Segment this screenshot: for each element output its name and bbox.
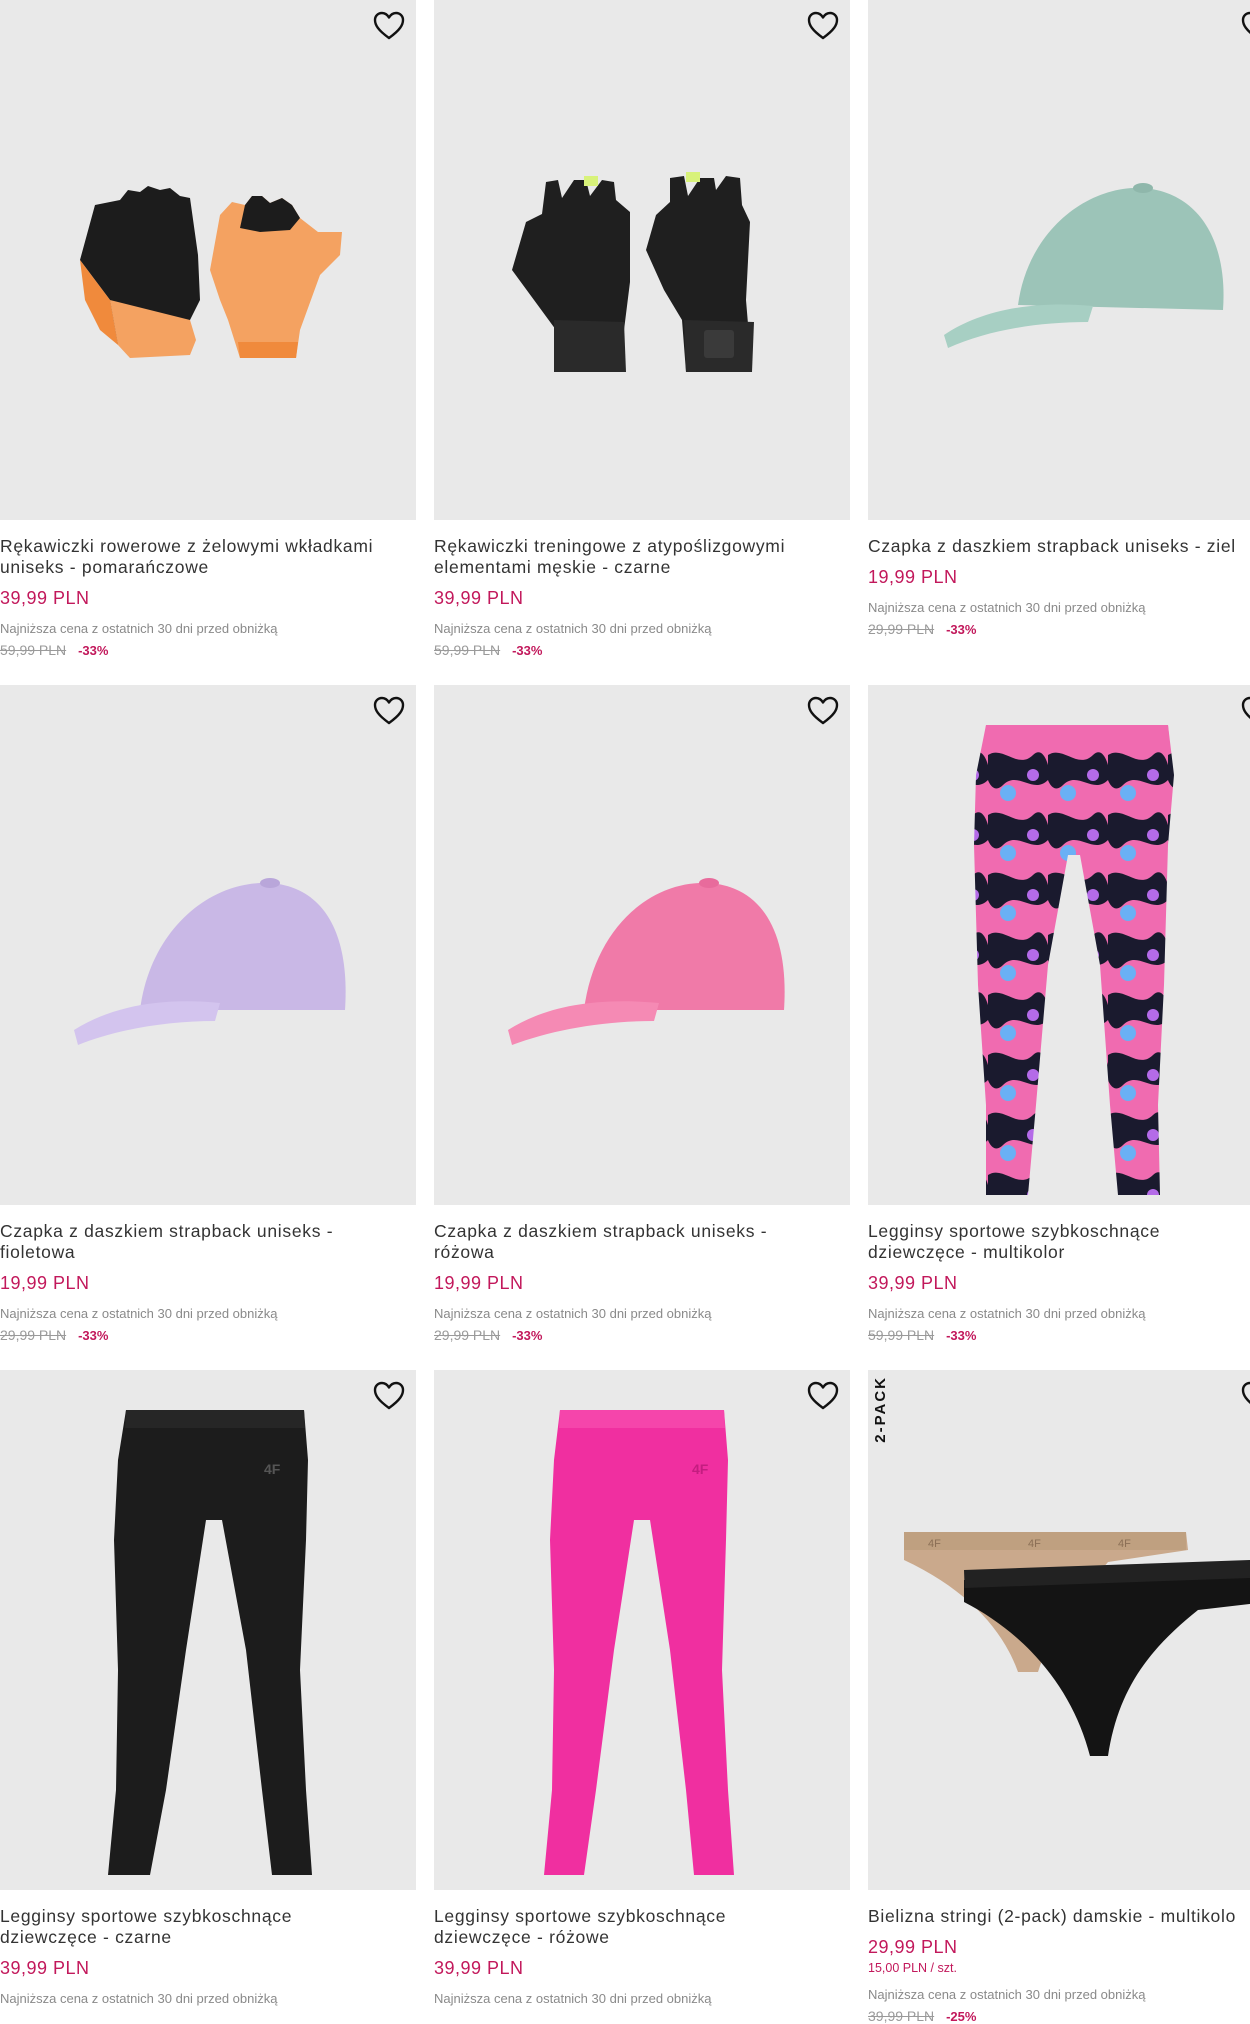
svg-text:4F: 4F [1028,1538,1041,1550]
product-card[interactable]: Czapka z daszkiem strapback uniseks - ró… [434,685,850,1343]
product-title-line[interactable]: dziewczęce - multikolor [868,1242,1250,1263]
discount-badge: -25% [946,2009,977,2024]
old-price: 29,99 PLN [0,1327,67,1343]
product-card[interactable]: 2-PACK 4F 4F 4F Bielizna stringi (2-pack… [868,1370,1250,2024]
svg-text:4F: 4F [928,1538,941,1550]
product-card[interactable]: Czapka z daszkiem strapback uniseks - zi… [868,0,1250,637]
product-title-line[interactable]: Czapka z daszkiem strapback uniseks - [0,1221,416,1242]
product-title-line[interactable]: dziewczęce - czarne [0,1927,416,1948]
thongs-icon: 4F 4F 4F [904,1532,1250,1756]
discount-badge: -33% [512,1328,543,1343]
product-image[interactable] [0,0,416,520]
product-price: 39,99 PLN [868,1273,958,1293]
product-title-line[interactable]: Rękawiczki rowerowe z żelowymi wkładkami [0,536,416,557]
product-price: 39,99 PLN [434,1958,524,1978]
product-title-line[interactable]: Bielizna stringi (2-pack) damskie - mult… [868,1906,1250,1927]
product-card[interactable]: 4F Legginsy sportowe szybkoschnące dziew… [434,1370,850,2006]
product-title-line[interactable]: Czapka z daszkiem strapback uniseks - [434,1221,850,1242]
wishlist-heart-icon[interactable] [372,10,406,42]
product-image[interactable] [868,0,1250,520]
product-title-line[interactable]: Rękawiczki treningowe z atypoślizgowymi [434,536,850,557]
gloves-black-icon [512,172,754,372]
product-price: 19,99 PLN [434,1273,524,1293]
lowest-price-label: Najniższa cena z ostatnich 30 dni przed … [434,1306,712,1321]
product-image[interactable]: 4F [434,1370,850,1890]
lowest-price-label: Najniższa cena z ostatnich 30 dni przed … [868,600,1146,615]
product-image[interactable] [434,0,850,520]
cap-mint-icon [944,183,1224,348]
product-price: 39,99 PLN [0,588,90,608]
product-title-line[interactable]: Legginsy sportowe szybkoschnące [434,1906,850,1927]
cap-lilac-icon [74,878,346,1045]
wishlist-heart-icon[interactable] [372,695,406,727]
product-card[interactable]: Rękawiczki rowerowe z żelowymi wkładkami… [0,0,416,658]
wishlist-heart-icon[interactable] [1240,695,1250,727]
product-price: 19,99 PLN [0,1273,90,1293]
product-title-line[interactable]: różowa [434,1242,850,1263]
gloves-orange-icon [80,186,342,358]
discount-badge: -33% [78,643,109,658]
wishlist-heart-icon[interactable] [1240,1380,1250,1412]
wishlist-heart-icon[interactable] [372,1380,406,1412]
leggings-black-icon: 4F [108,1410,312,1875]
leggings-pink-icon: 4F [544,1410,734,1875]
wishlist-heart-icon[interactable] [1240,10,1250,42]
svg-text:4F: 4F [264,1461,281,1477]
discount-badge: -33% [946,1328,977,1343]
discount-badge: -33% [78,1328,109,1343]
old-price: 59,99 PLN [434,642,501,658]
product-title-line[interactable]: Czapka z daszkiem strapback uniseks - zi… [868,536,1250,557]
leggings-print-icon [974,725,1174,1195]
lowest-price-label: Najniższa cena z ostatnich 30 dni przed … [434,1991,712,2006]
cap-pink-icon [508,878,785,1045]
product-card[interactable]: 4F Legginsy sportowe szybkoschnące dziew… [0,1370,416,2006]
old-price: 59,99 PLN [868,1327,935,1343]
old-price: 39,99 PLN [868,2008,935,2024]
old-price: 29,99 PLN [868,621,935,637]
product-price: 39,99 PLN [0,1958,90,1978]
product-card[interactable]: Legginsy sportowe szybkoschnące dziewczę… [868,685,1250,1343]
lowest-price-label: Najniższa cena z ostatnich 30 dni przed … [0,1306,278,1321]
lowest-price-label: Najniższa cena z ostatnich 30 dni przed … [0,621,278,636]
product-image[interactable]: 4F [0,1370,416,1890]
product-card[interactable]: Czapka z daszkiem strapback uniseks - fi… [0,685,416,1343]
lowest-price-label: Najniższa cena z ostatnich 30 dni przed … [434,621,712,636]
product-title-line[interactable]: dziewczęce - różowe [434,1927,850,1948]
old-price: 59,99 PLN [0,642,67,658]
product-image[interactable]: 2-PACK 4F 4F 4F [868,1370,1250,1890]
product-image[interactable] [434,685,850,1205]
product-title-line[interactable]: uniseks - pomarańczowe [0,557,416,578]
product-grid: Rękawiczki rowerowe z żelowymi wkładkami… [0,0,1250,2024]
product-title-line[interactable]: Legginsy sportowe szybkoschnące [868,1221,1250,1242]
product-price: 39,99 PLN [434,588,524,608]
lowest-price-label: Najniższa cena z ostatnich 30 dni przed … [868,1987,1146,2002]
product-title-line[interactable]: Legginsy sportowe szybkoschnące [0,1906,416,1927]
old-price: 29,99 PLN [434,1327,501,1343]
product-price: 19,99 PLN [868,567,958,587]
product-card[interactable]: Rękawiczki treningowe z atypoślizgowymi … [434,0,850,658]
product-title-line[interactable]: elementami męskie - czarne [434,557,850,578]
svg-text:4F: 4F [692,1461,709,1477]
svg-text:4F: 4F [1118,1538,1131,1550]
discount-badge: -33% [946,622,977,637]
product-title-line[interactable]: fioletowa [0,1242,416,1263]
unit-price: 15,00 PLN / szt. [868,1961,957,1975]
product-price: 29,99 PLN [868,1937,958,1957]
wishlist-heart-icon[interactable] [806,10,840,42]
lowest-price-label: Najniższa cena z ostatnich 30 dni przed … [868,1306,1146,1321]
product-image[interactable] [0,685,416,1205]
wishlist-heart-icon[interactable] [806,695,840,727]
wishlist-heart-icon[interactable] [806,1380,840,1412]
product-image[interactable] [868,685,1250,1205]
discount-badge: -33% [512,643,543,658]
lowest-price-label: Najniższa cena z ostatnich 30 dni przed … [0,1991,278,2006]
